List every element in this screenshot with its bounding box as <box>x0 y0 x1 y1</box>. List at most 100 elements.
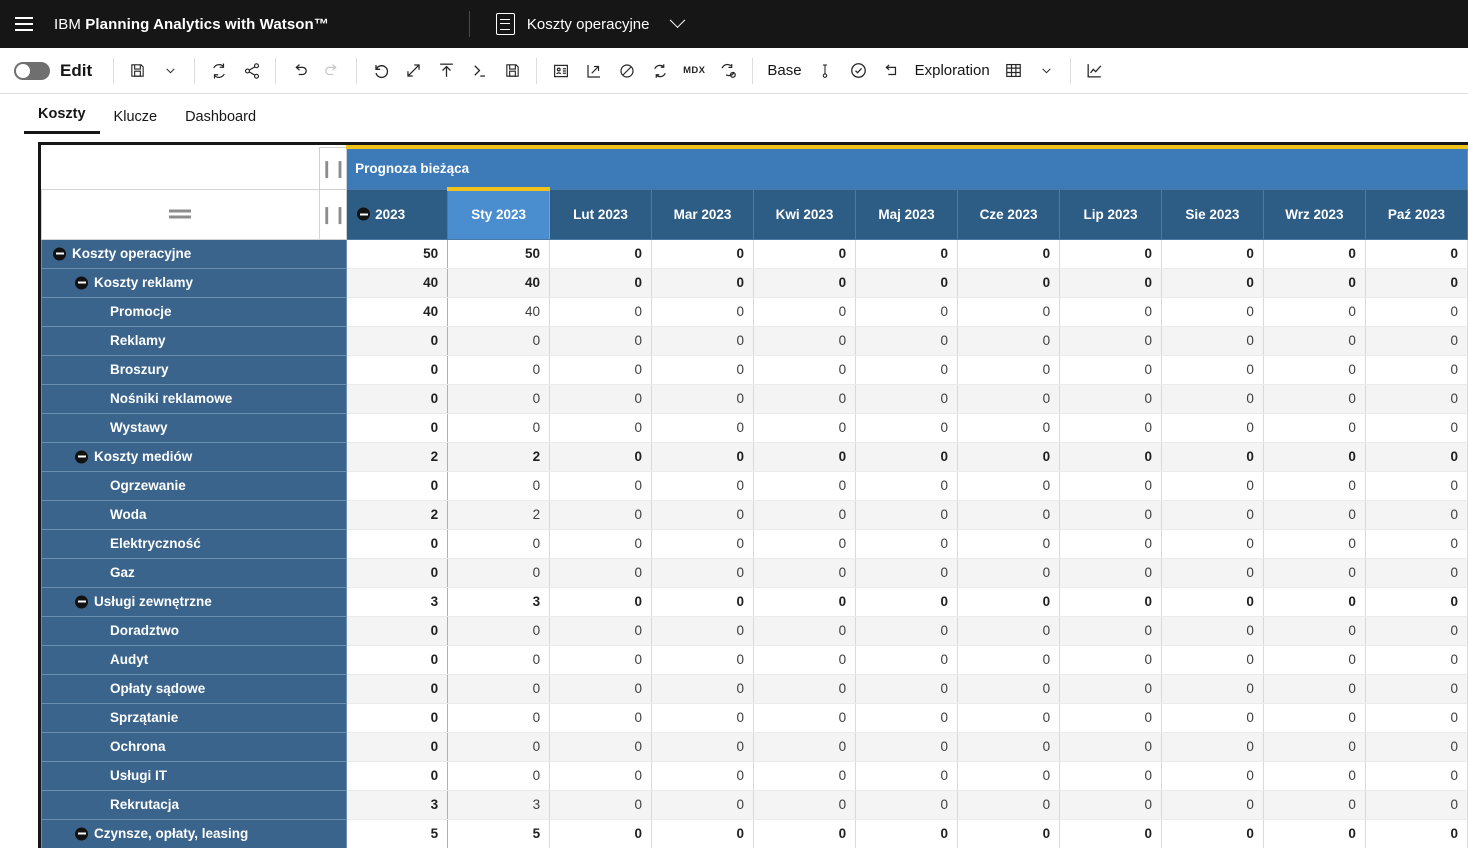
exploration-chevron-down-icon[interactable] <box>1030 55 1063 87</box>
cell-lip-2023[interactable]: 0 <box>1059 645 1162 675</box>
cell-paź-2023[interactable]: 0 <box>1365 703 1468 733</box>
table-row[interactable]: Wystawy 0 0 0 0 0 0 0 0 0 0 0 <box>41 412 1468 443</box>
cell-cze-2023[interactable]: 0 <box>957 384 1061 414</box>
cell-lut-2023[interactable]: 0 <box>549 500 652 530</box>
column-header-cze-2023[interactable]: Cze 2023 <box>957 188 1061 240</box>
cell-lip-2023[interactable]: 0 <box>1059 471 1162 501</box>
cell-cze-2023[interactable]: 0 <box>957 761 1061 791</box>
cell-paź-2023[interactable]: 0 <box>1365 529 1468 559</box>
cell-lut-2023[interactable]: 0 <box>549 732 652 762</box>
cell-kwi-2023[interactable]: 0 <box>753 732 857 762</box>
table-row[interactable]: Elektryczność 0 0 0 0 0 0 0 0 0 0 0 <box>41 528 1468 559</box>
cell-paź-2023[interactable]: 0 <box>1365 558 1468 588</box>
cell-total[interactable]: 0 <box>346 529 449 559</box>
cell-sie-2023[interactable]: 0 <box>1161 442 1264 472</box>
sandbox-selector[interactable]: Base <box>760 55 808 87</box>
row-header-usługi-it[interactable]: Usługi IT <box>41 760 348 791</box>
cell-paź-2023[interactable]: 0 <box>1365 326 1468 356</box>
row-dimension-handle[interactable] <box>41 188 320 240</box>
table-row[interactable]: Broszury 0 0 0 0 0 0 0 0 0 0 0 <box>41 354 1468 385</box>
cell-lut-2023[interactable]: 0 <box>549 645 652 675</box>
cell-total[interactable]: 2 <box>346 500 449 530</box>
cell-sty-2023[interactable]: 40 <box>447 297 551 327</box>
cell-mar-2023[interactable]: 0 <box>651 674 755 704</box>
cell-lut-2023[interactable]: 0 <box>549 355 652 385</box>
cell-lut-2023[interactable]: 0 <box>549 413 652 443</box>
cell-maj-2023[interactable]: 0 <box>855 587 959 617</box>
cell-sie-2023[interactable]: 0 <box>1161 239 1264 269</box>
cell-cze-2023[interactable]: 0 <box>957 558 1061 588</box>
cell-maj-2023[interactable]: 0 <box>855 239 959 269</box>
hamburger-icon[interactable] <box>0 0 48 48</box>
cell-kwi-2023[interactable]: 0 <box>753 529 857 559</box>
cell-sie-2023[interactable]: 0 <box>1161 500 1264 530</box>
cell-lip-2023[interactable]: 0 <box>1059 819 1162 848</box>
redo-icon[interactable] <box>316 55 349 87</box>
cell-maj-2023[interactable]: 0 <box>855 529 959 559</box>
cell-paź-2023[interactable]: 0 <box>1365 471 1468 501</box>
cell-sie-2023[interactable]: 0 <box>1161 819 1264 848</box>
mdx-icon[interactable]: MDX <box>676 55 712 87</box>
cell-wrz-2023[interactable]: 0 <box>1263 674 1366 704</box>
table-row[interactable]: Sprzątanie 0 0 0 0 0 0 0 0 0 0 0 <box>41 702 1468 733</box>
save-view-icon[interactable] <box>496 55 529 87</box>
cell-sie-2023[interactable]: 0 <box>1161 413 1264 443</box>
cell-sie-2023[interactable]: 0 <box>1161 703 1264 733</box>
table-row[interactable]: Koszty mediów 2 2 0 0 0 0 0 0 0 0 0 <box>41 441 1468 472</box>
cell-sty-2023[interactable]: 0 <box>447 616 551 646</box>
cell-lip-2023[interactable]: 0 <box>1059 732 1162 762</box>
cell-lut-2023[interactable]: 0 <box>549 558 652 588</box>
cell-wrz-2023[interactable]: 0 <box>1263 471 1366 501</box>
column-splitter-bottom[interactable]: ❙❙ <box>318 188 348 240</box>
cell-cze-2023[interactable]: 0 <box>957 355 1061 385</box>
commit-icon[interactable] <box>842 55 875 87</box>
cell-cze-2023[interactable]: 0 <box>957 819 1061 848</box>
cell-lut-2023[interactable]: 0 <box>549 384 652 414</box>
cell-total[interactable]: 3 <box>346 790 449 820</box>
cell-wrz-2023[interactable]: 0 <box>1263 239 1366 269</box>
cell-wrz-2023[interactable]: 0 <box>1263 790 1366 820</box>
cell-mar-2023[interactable]: 0 <box>651 645 755 675</box>
cell-cze-2023[interactable]: 0 <box>957 529 1061 559</box>
cell-lip-2023[interactable]: 0 <box>1059 674 1162 704</box>
cell-kwi-2023[interactable]: 0 <box>753 239 857 269</box>
cell-sty-2023[interactable]: 0 <box>447 413 551 443</box>
cell-paź-2023[interactable]: 0 <box>1365 587 1468 617</box>
cell-wrz-2023[interactable]: 0 <box>1263 732 1366 762</box>
row-header-czynsze-opłaty-leasing[interactable]: Czynsze, opłaty, leasing <box>41 818 348 848</box>
table-row[interactable]: Audyt 0 0 0 0 0 0 0 0 0 0 0 <box>41 644 1468 675</box>
cell-lip-2023[interactable]: 0 <box>1059 616 1162 646</box>
cell-lip-2023[interactable]: 0 <box>1059 500 1162 530</box>
console-icon[interactable] <box>463 55 496 87</box>
cell-lip-2023[interactable]: 0 <box>1059 355 1162 385</box>
row-header-audyt[interactable]: Audyt <box>41 644 348 675</box>
table-row[interactable]: Woda 2 2 0 0 0 0 0 0 0 0 0 <box>41 499 1468 530</box>
row-header-reklamy[interactable]: Reklamy <box>41 325 348 356</box>
cell-paź-2023[interactable]: 0 <box>1365 819 1468 848</box>
cell-lut-2023[interactable]: 0 <box>549 819 652 848</box>
cell-kwi-2023[interactable]: 0 <box>753 471 857 501</box>
column-header-maj-2023[interactable]: Maj 2023 <box>855 188 959 240</box>
cell-lut-2023[interactable]: 0 <box>549 239 652 269</box>
cell-maj-2023[interactable]: 0 <box>855 471 959 501</box>
cell-lip-2023[interactable]: 0 <box>1059 587 1162 617</box>
cell-mar-2023[interactable]: 0 <box>651 529 755 559</box>
cell-maj-2023[interactable]: 0 <box>855 297 959 327</box>
cell-wrz-2023[interactable]: 0 <box>1263 819 1366 848</box>
cell-lip-2023[interactable]: 0 <box>1059 413 1162 443</box>
cell-total[interactable]: 0 <box>346 703 449 733</box>
cell-mar-2023[interactable]: 0 <box>651 761 755 791</box>
cell-total[interactable]: 0 <box>346 413 449 443</box>
cell-lut-2023[interactable]: 0 <box>549 790 652 820</box>
cell-mar-2023[interactable]: 0 <box>651 355 755 385</box>
cell-maj-2023[interactable]: 0 <box>855 268 959 298</box>
cell-kwi-2023[interactable]: 0 <box>753 297 857 327</box>
column-header-lut-2023[interactable]: Lut 2023 <box>549 188 652 240</box>
cell-paź-2023[interactable]: 0 <box>1365 239 1468 269</box>
cell-total[interactable]: 0 <box>346 616 449 646</box>
row-header-ochrona[interactable]: Ochrona <box>41 731 348 762</box>
sync-settings-icon[interactable] <box>712 55 745 87</box>
cell-paź-2023[interactable]: 0 <box>1365 645 1468 675</box>
table-row[interactable]: Koszty reklamy 40 40 0 0 0 0 0 0 0 0 0 <box>41 267 1468 298</box>
cell-cze-2023[interactable]: 0 <box>957 471 1061 501</box>
